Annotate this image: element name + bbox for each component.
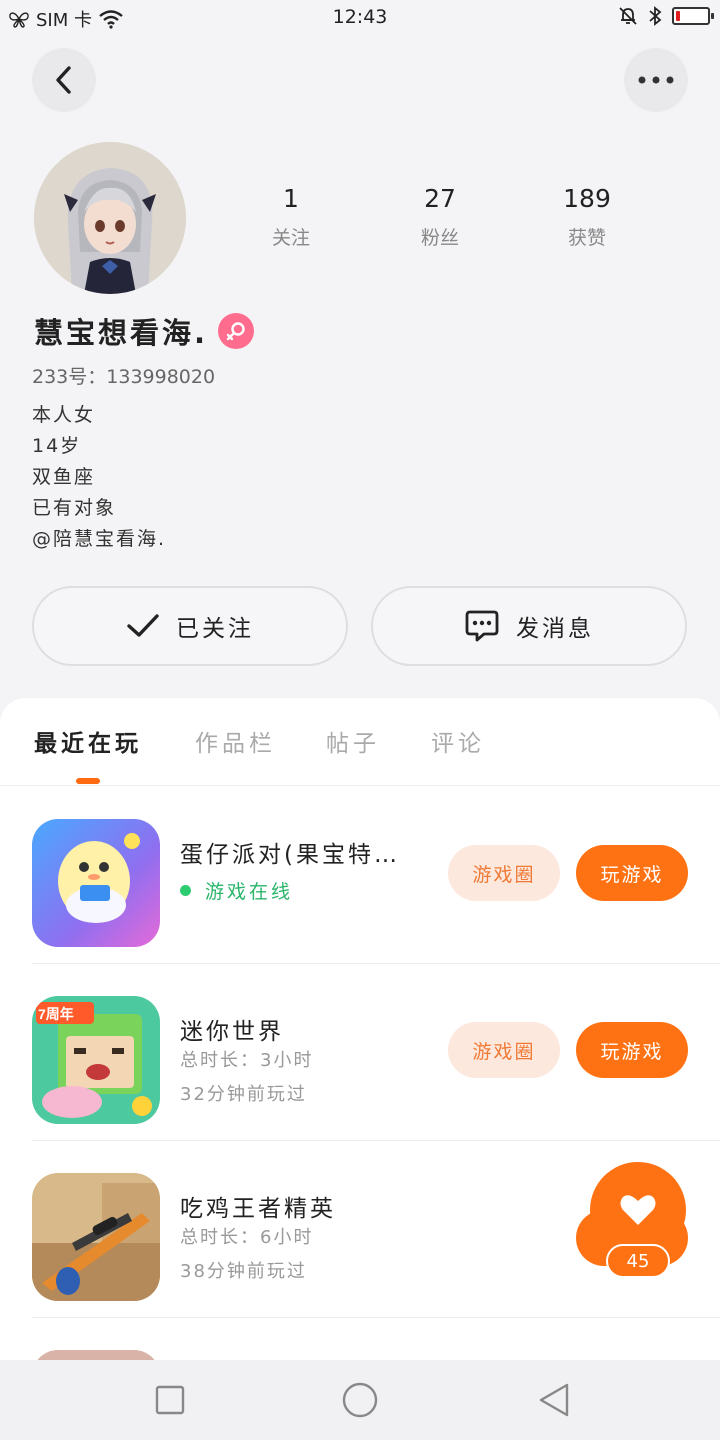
- gender-badge: [218, 313, 255, 349]
- recent-apps-button[interactable]: [150, 1380, 190, 1420]
- game-icon-pubg: [32, 1173, 160, 1301]
- back-button[interactable]: [32, 48, 96, 112]
- game-circle-button[interactable]: 游戏圈: [448, 1022, 560, 1078]
- battery-icon: [672, 7, 714, 25]
- online-status: 游戏在线: [180, 877, 293, 904]
- online-status-label: 游戏在线: [205, 881, 294, 903]
- game-last-played: 38分钟前玩过: [180, 1261, 307, 1282]
- battery-level: [676, 11, 680, 21]
- bio: 本人女 14岁 双鱼座 已有对象 @陪慧宝看海.: [32, 400, 166, 555]
- stat-value: 1: [283, 184, 299, 213]
- game-icon: [32, 1350, 160, 1360]
- play-game-button[interactable]: 玩游戏: [576, 1022, 688, 1078]
- mute-bell-icon: [619, 7, 637, 25]
- system-nav-bar: [0, 1360, 720, 1440]
- square-icon: [155, 1385, 185, 1415]
- active-tab-indicator: [76, 778, 100, 784]
- game-row[interactable]: [32, 1318, 720, 1360]
- game-duration: 总时长：6小时: [180, 1227, 314, 1248]
- bio-line: 双鱼座: [32, 466, 96, 488]
- clock: 12:43: [332, 6, 388, 28]
- game-title: 迷你世界: [180, 1019, 284, 1045]
- game-row[interactable]: 7周年 迷你世界 总时长：3小时 32分钟前玩过 游戏圈 玩游戏: [32, 964, 720, 1141]
- anniversary-badge-logo: 7周年: [38, 1006, 74, 1022]
- bio-line: 已有对象: [32, 497, 117, 519]
- avatar-portrait: [34, 142, 186, 294]
- tab-works[interactable]: 作品栏: [195, 724, 276, 758]
- tab-comments[interactable]: 评论: [431, 724, 485, 758]
- system-back-button[interactable]: [534, 1380, 574, 1420]
- tab-recently-played[interactable]: 最近在玩: [34, 724, 142, 758]
- game-title: 吃鸡王者精英: [180, 1196, 336, 1222]
- stat-value: 27: [424, 184, 456, 213]
- play-game-button[interactable]: 玩游戏: [576, 845, 688, 901]
- stat-label: 粉丝: [420, 227, 459, 249]
- game-circle-button[interactable]: 游戏圈: [448, 845, 560, 901]
- tab-bar: 最近在玩 作品栏 帖子 评论: [0, 698, 720, 786]
- home-button[interactable]: [340, 1380, 380, 1420]
- chat-bubble-icon: [465, 610, 499, 642]
- stat-following[interactable]: 1 关注: [231, 184, 351, 250]
- stat-likes[interactable]: 189 获赞: [527, 184, 647, 250]
- avatar[interactable]: [34, 142, 186, 294]
- bio-line: @陪慧宝看海.: [32, 528, 167, 550]
- game-last-played: 32分钟前玩过: [180, 1084, 307, 1105]
- bluetooth-icon: [649, 6, 662, 26]
- tab-posts[interactable]: 帖子: [326, 724, 380, 758]
- like-count: 45: [606, 1244, 670, 1278]
- stat-label: 获赞: [567, 227, 606, 249]
- triangle-back-icon: [539, 1383, 569, 1417]
- bio-line: 14岁: [32, 435, 82, 457]
- circle-icon: [342, 1382, 378, 1418]
- game-icon-eggy-party: [32, 819, 160, 947]
- heart-icon: [620, 1195, 656, 1225]
- game-row[interactable]: 蛋仔派对(果宝特… 游戏在线 游戏圈 玩游戏: [32, 787, 720, 964]
- female-icon: [226, 322, 245, 341]
- game-title: 蛋仔派对(果宝特…: [180, 842, 400, 868]
- chevron-left-icon: [56, 66, 71, 94]
- like-button[interactable]: 45: [576, 1162, 688, 1282]
- game-icon-mini-world: 7周年: [32, 996, 160, 1124]
- user-id: 233号：133998020: [32, 366, 216, 388]
- more-dots-icon: [638, 76, 674, 84]
- followed-button[interactable]: 已关注: [32, 586, 348, 666]
- bio-line: 本人女: [32, 404, 96, 426]
- more-button[interactable]: [624, 48, 688, 112]
- status-bar: SIM 卡 12:43: [0, 0, 720, 36]
- stat-fans[interactable]: 27 粉丝: [380, 184, 500, 250]
- nickname: 慧宝想看海.: [34, 316, 209, 350]
- send-message-label: 发消息: [516, 616, 594, 642]
- stat-value: 189: [563, 184, 611, 213]
- checkmark-icon: [127, 614, 159, 637]
- followed-label: 已关注: [176, 616, 254, 642]
- online-dot-icon: [180, 885, 191, 896]
- game-duration: 总时长：3小时: [180, 1050, 314, 1071]
- send-message-button[interactable]: 发消息: [371, 586, 687, 666]
- stat-label: 关注: [271, 227, 310, 249]
